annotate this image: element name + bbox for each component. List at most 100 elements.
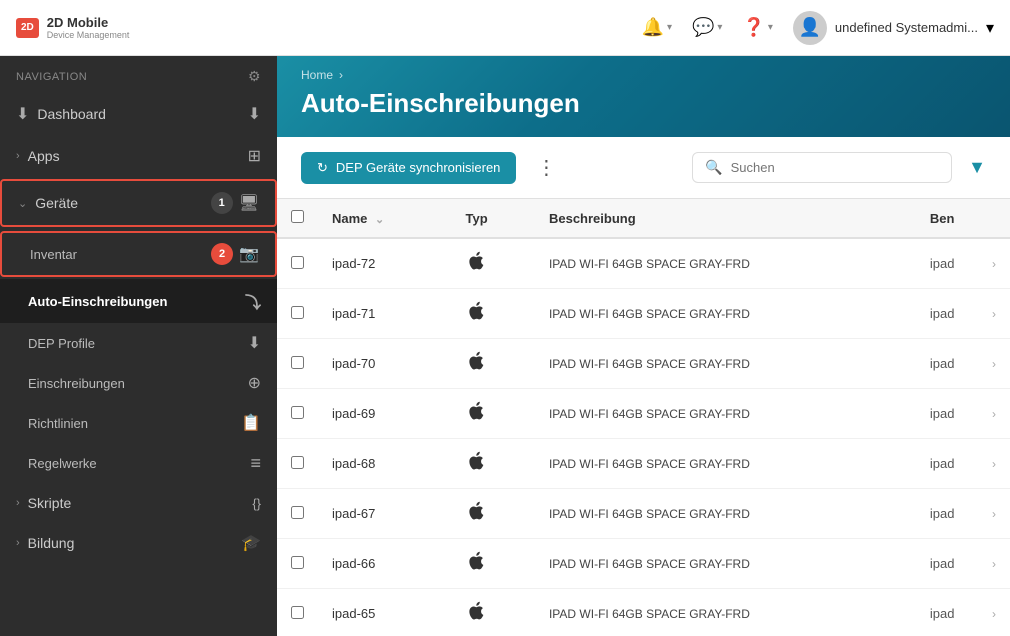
row-checkbox-cell bbox=[277, 589, 318, 636]
col-header-beschreibung: Beschreibung bbox=[535, 199, 916, 238]
row-checkbox-cell bbox=[277, 439, 318, 489]
sync-button[interactable]: ↻ DEP Geräte synchronisieren bbox=[301, 152, 516, 184]
sidebar-label-bildung: Bildung bbox=[28, 535, 75, 551]
sidebar-label-inventar: Inventar bbox=[30, 247, 77, 262]
row-checkbox[interactable] bbox=[291, 306, 304, 319]
apple-icon bbox=[466, 306, 484, 326]
sidebar-nav-label: NAVIGATION ⚙ bbox=[0, 56, 277, 93]
apps-icon: ⊞ bbox=[248, 146, 261, 166]
bildung-expand-icon: › bbox=[16, 537, 20, 549]
search-input[interactable] bbox=[731, 160, 940, 175]
search-bar: 🔍 bbox=[692, 152, 952, 183]
row-ben-text: ipad bbox=[930, 356, 955, 371]
row-desc-text: IPAD WI-FI 64GB SPACE GRAY-FRD bbox=[549, 307, 750, 321]
row-beschreibung: IPAD WI-FI 64GB SPACE GRAY-FRD bbox=[535, 439, 916, 489]
sidebar-label-einschreibungen: Einschreibungen bbox=[28, 376, 125, 391]
row-detail-chevron[interactable]: › bbox=[992, 257, 996, 271]
header-right: 🔔 ▾ 💬 ▾ ❓ ▾ 👤 undefined Systemadmi... ▾ bbox=[642, 11, 994, 45]
filter-button[interactable]: ▼ bbox=[968, 157, 986, 178]
sidebar-item-apps[interactable]: › Apps ⊞ bbox=[0, 135, 277, 177]
row-name: ipad-68 bbox=[318, 439, 452, 489]
breadcrumb-home[interactable]: Home bbox=[301, 68, 333, 82]
row-name: ipad-65 bbox=[318, 589, 452, 636]
chat-button[interactable]: 💬 ▾ bbox=[692, 17, 722, 38]
row-detail-chevron[interactable]: › bbox=[992, 307, 996, 321]
row-checkbox[interactable] bbox=[291, 256, 304, 269]
bildung-icon: 🎓 bbox=[241, 533, 261, 553]
row-detail-chevron[interactable]: › bbox=[992, 557, 996, 571]
help-icon: ❓ bbox=[742, 17, 764, 38]
toolbar: ↻ DEP Geräte synchronisieren ⋮ 🔍 ▼ bbox=[277, 137, 1010, 199]
row-ben: ipad › bbox=[916, 339, 1010, 389]
row-detail-chevron[interactable]: › bbox=[992, 457, 996, 471]
table-row: ipad-72 IPAD WI-FI 64GB SPACE GRAY-FRD i… bbox=[277, 238, 1010, 289]
settings-icon[interactable]: ⚙ bbox=[248, 68, 261, 85]
sidebar-item-richtlinien[interactable]: Richtlinien 📋 bbox=[0, 403, 277, 443]
help-button[interactable]: ❓ ▾ bbox=[742, 17, 772, 38]
sidebar-item-bildung[interactable]: › Bildung 🎓 bbox=[0, 522, 277, 564]
skripte-icon: {} bbox=[252, 496, 261, 511]
row-detail-chevron[interactable]: › bbox=[992, 407, 996, 421]
sidebar-item-dashboard[interactable]: ⬇ Dashboard ⬇ bbox=[0, 93, 277, 135]
sync-icon: ↻ bbox=[317, 160, 328, 176]
sidebar-item-inventar[interactable]: Inventar 2 📷 bbox=[0, 231, 277, 277]
row-checkbox[interactable] bbox=[291, 606, 304, 619]
sidebar: NAVIGATION ⚙ ⬇ Dashboard ⬇ › Apps ⊞ ⌄ Ge… bbox=[0, 56, 277, 636]
geraete-badge: 1 bbox=[211, 192, 233, 214]
devices-table: Name ⌄ Typ Beschreibung Ben ipad-72 bbox=[277, 199, 1010, 636]
row-detail-chevron[interactable]: › bbox=[992, 357, 996, 371]
row-checkbox-cell bbox=[277, 539, 318, 589]
sidebar-item-geraete[interactable]: ⌄ Geräte 1 🖥 bbox=[0, 179, 277, 227]
table-row: ipad-67 IPAD WI-FI 64GB SPACE GRAY-FRD i… bbox=[277, 489, 1010, 539]
search-icon: 🔍 bbox=[705, 159, 722, 176]
row-checkbox[interactable] bbox=[291, 406, 304, 419]
row-ben-text: ipad bbox=[930, 506, 955, 521]
logo-text: 2D Mobile Device Management bbox=[47, 15, 130, 41]
table-row: ipad-65 IPAD WI-FI 64GB SPACE GRAY-FRD i… bbox=[277, 589, 1010, 636]
more-options-button[interactable]: ⋮ bbox=[528, 151, 564, 184]
sidebar-label-regelwerke: Regelwerke bbox=[28, 456, 97, 471]
dep-profile-icon: ⬇ bbox=[248, 333, 261, 353]
table-row: ipad-69 IPAD WI-FI 64GB SPACE GRAY-FRD i… bbox=[277, 389, 1010, 439]
row-detail-chevron[interactable]: › bbox=[992, 607, 996, 621]
select-all-checkbox[interactable] bbox=[291, 210, 304, 223]
col-header-name[interactable]: Name ⌄ bbox=[318, 199, 452, 238]
bell-button[interactable]: 🔔 ▾ bbox=[642, 17, 672, 38]
row-beschreibung: IPAD WI-FI 64GB SPACE GRAY-FRD bbox=[535, 539, 916, 589]
row-desc-text: IPAD WI-FI 64GB SPACE GRAY-FRD bbox=[549, 357, 750, 371]
user-caret-icon: ▾ bbox=[986, 18, 994, 38]
geraete-icon: 🖥 bbox=[239, 193, 259, 213]
table-row: ipad-71 IPAD WI-FI 64GB SPACE GRAY-FRD i… bbox=[277, 289, 1010, 339]
row-checkbox[interactable] bbox=[291, 506, 304, 519]
row-checkbox[interactable] bbox=[291, 556, 304, 569]
logo-area: 2D 2D Mobile Device Management bbox=[16, 15, 129, 41]
page-banner: Home › Auto-Einschreibungen bbox=[277, 56, 1010, 137]
row-checkbox-cell bbox=[277, 339, 318, 389]
col-header-ben: Ben bbox=[916, 199, 1010, 238]
apple-icon bbox=[466, 356, 484, 376]
content-area: Home › Auto-Einschreibungen ↻ DEP Geräte… bbox=[277, 56, 1010, 636]
col-header-typ: Typ bbox=[452, 199, 535, 238]
sidebar-item-regelwerke[interactable]: Regelwerke ≡ bbox=[0, 443, 277, 484]
row-checkbox-cell bbox=[277, 289, 318, 339]
table-row: ipad-66 IPAD WI-FI 64GB SPACE GRAY-FRD i… bbox=[277, 539, 1010, 589]
inventar-badge: 2 bbox=[211, 243, 233, 265]
row-ben: ipad › bbox=[916, 539, 1010, 589]
row-checkbox-cell bbox=[277, 489, 318, 539]
row-checkbox[interactable] bbox=[291, 356, 304, 369]
row-desc-text: IPAD WI-FI 64GB SPACE GRAY-FRD bbox=[549, 257, 750, 271]
row-checkbox[interactable] bbox=[291, 456, 304, 469]
sidebar-item-skripte[interactable]: › Skripte {} bbox=[0, 484, 277, 522]
user-menu-button[interactable]: 👤 undefined Systemadmi... ▾ bbox=[793, 11, 994, 45]
name-sort-icon: ⌄ bbox=[375, 214, 384, 226]
row-ben: ipad › bbox=[916, 389, 1010, 439]
sidebar-item-einschreibungen[interactable]: Einschreibungen ⊕ bbox=[0, 363, 277, 403]
regelwerke-icon: ≡ bbox=[250, 453, 261, 474]
sidebar-item-auto-einschreibungen[interactable]: Auto-Einschreibungen ⤵ bbox=[0, 279, 277, 323]
row-name: ipad-67 bbox=[318, 489, 452, 539]
row-detail-chevron[interactable]: › bbox=[992, 507, 996, 521]
row-desc-text: IPAD WI-FI 64GB SPACE GRAY-FRD bbox=[549, 507, 750, 521]
logo-icon: 2D bbox=[16, 18, 39, 38]
sidebar-label-richtlinien: Richtlinien bbox=[28, 416, 88, 431]
sidebar-item-dep-profile[interactable]: DEP Profile ⬇ bbox=[0, 323, 277, 363]
